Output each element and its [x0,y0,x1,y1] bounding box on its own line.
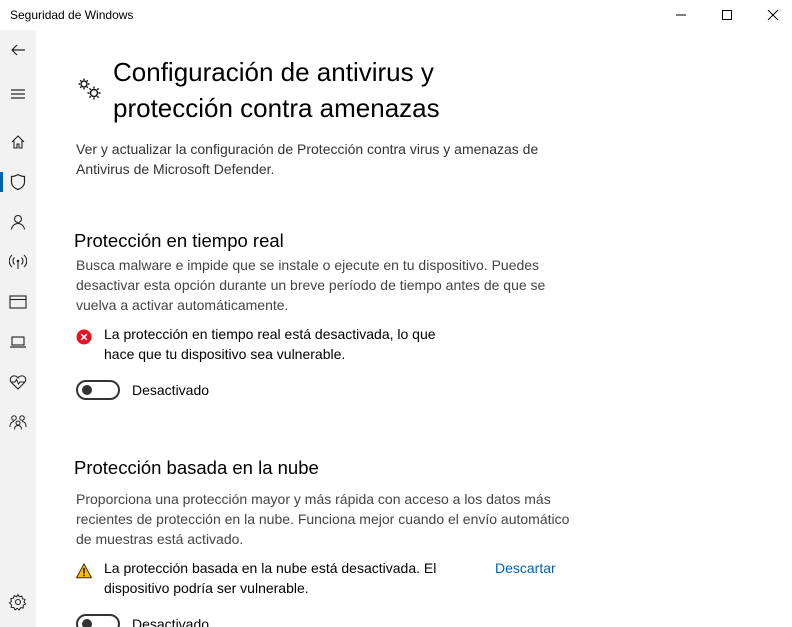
sidebar-item-family-options[interactable] [0,402,36,442]
gears-icon [78,78,101,100]
family-icon [9,415,27,430]
windows-security-window: Seguridad de Windows Configuración de an… [0,0,792,627]
sidebar-item-device-security[interactable] [0,322,36,362]
minimize-icon [676,14,686,16]
sidebar-item-device-performance[interactable] [0,362,36,402]
back-button[interactable] [0,30,36,70]
hamburger-menu-icon [11,89,25,99]
error-circle-icon [76,329,92,345]
sidebar-item-app-browser-control[interactable] [0,282,36,322]
back-arrow-icon [11,44,25,56]
maximize-button[interactable] [704,0,750,30]
cloud-protection-title: Protección basada en la nube [74,457,319,478]
sidebar-item-firewall-network[interactable] [0,242,36,282]
page-title-line1: Configuración de antivirus y [113,57,434,87]
cloud-protection-toggle[interactable] [76,614,120,627]
sidebar-item-settings[interactable] [0,582,36,622]
realtime-protection-title: Protección en tiempo real [74,230,284,251]
app-title: Seguridad de Windows [10,8,134,22]
main-content: Configuración de antivirus y protección … [36,30,792,627]
realtime-protection-toggle[interactable] [76,380,120,400]
page-title: Configuración de antivirus y protección … [113,54,533,126]
menu-button[interactable] [0,74,36,114]
realtime-protection-toggle-row: Desactivado [76,380,376,400]
sidebar-item-home[interactable] [0,122,36,162]
sidebar-item-account-protection[interactable] [0,202,36,242]
close-icon [767,9,779,21]
page-title-line2: protección contra amenazas [113,93,440,123]
warning-triangle-icon [76,563,92,579]
app-browser-icon [9,295,27,309]
shield-icon [10,173,26,191]
sidebar [0,30,36,627]
title-bar: Seguridad de Windows [0,0,792,30]
minimize-button[interactable] [658,0,704,30]
realtime-protection-description: Busca malware e impide que se instale o … [76,257,546,313]
close-button[interactable] [750,0,792,30]
cloud-toggle-label: Desactivado [132,616,210,627]
page-description: Ver y actualizar la configuración de Pro… [76,141,539,177]
cloud-alert-text: La protección basada en la nube está des… [104,560,437,596]
dismiss-link[interactable]: Descartar [495,560,556,576]
home-icon [11,135,25,149]
heart-pulse-icon [9,375,27,390]
realtime-toggle-label: Desactivado [132,382,210,398]
cloud-protection-description: Proporciona una protección mayor y más r… [76,491,570,547]
toggle-knob [82,619,92,627]
wifi-antenna-icon [9,254,27,269]
laptop-icon [10,336,26,348]
toggle-knob [82,385,92,395]
realtime-alert-text: La protección en tiempo real está desact… [104,326,436,362]
person-icon [10,214,26,230]
sidebar-item-virus-protection[interactable] [0,162,36,202]
settings-gear-icon [9,593,27,611]
cloud-protection-toggle-row: Desactivado [76,614,376,627]
maximize-icon [722,10,732,20]
